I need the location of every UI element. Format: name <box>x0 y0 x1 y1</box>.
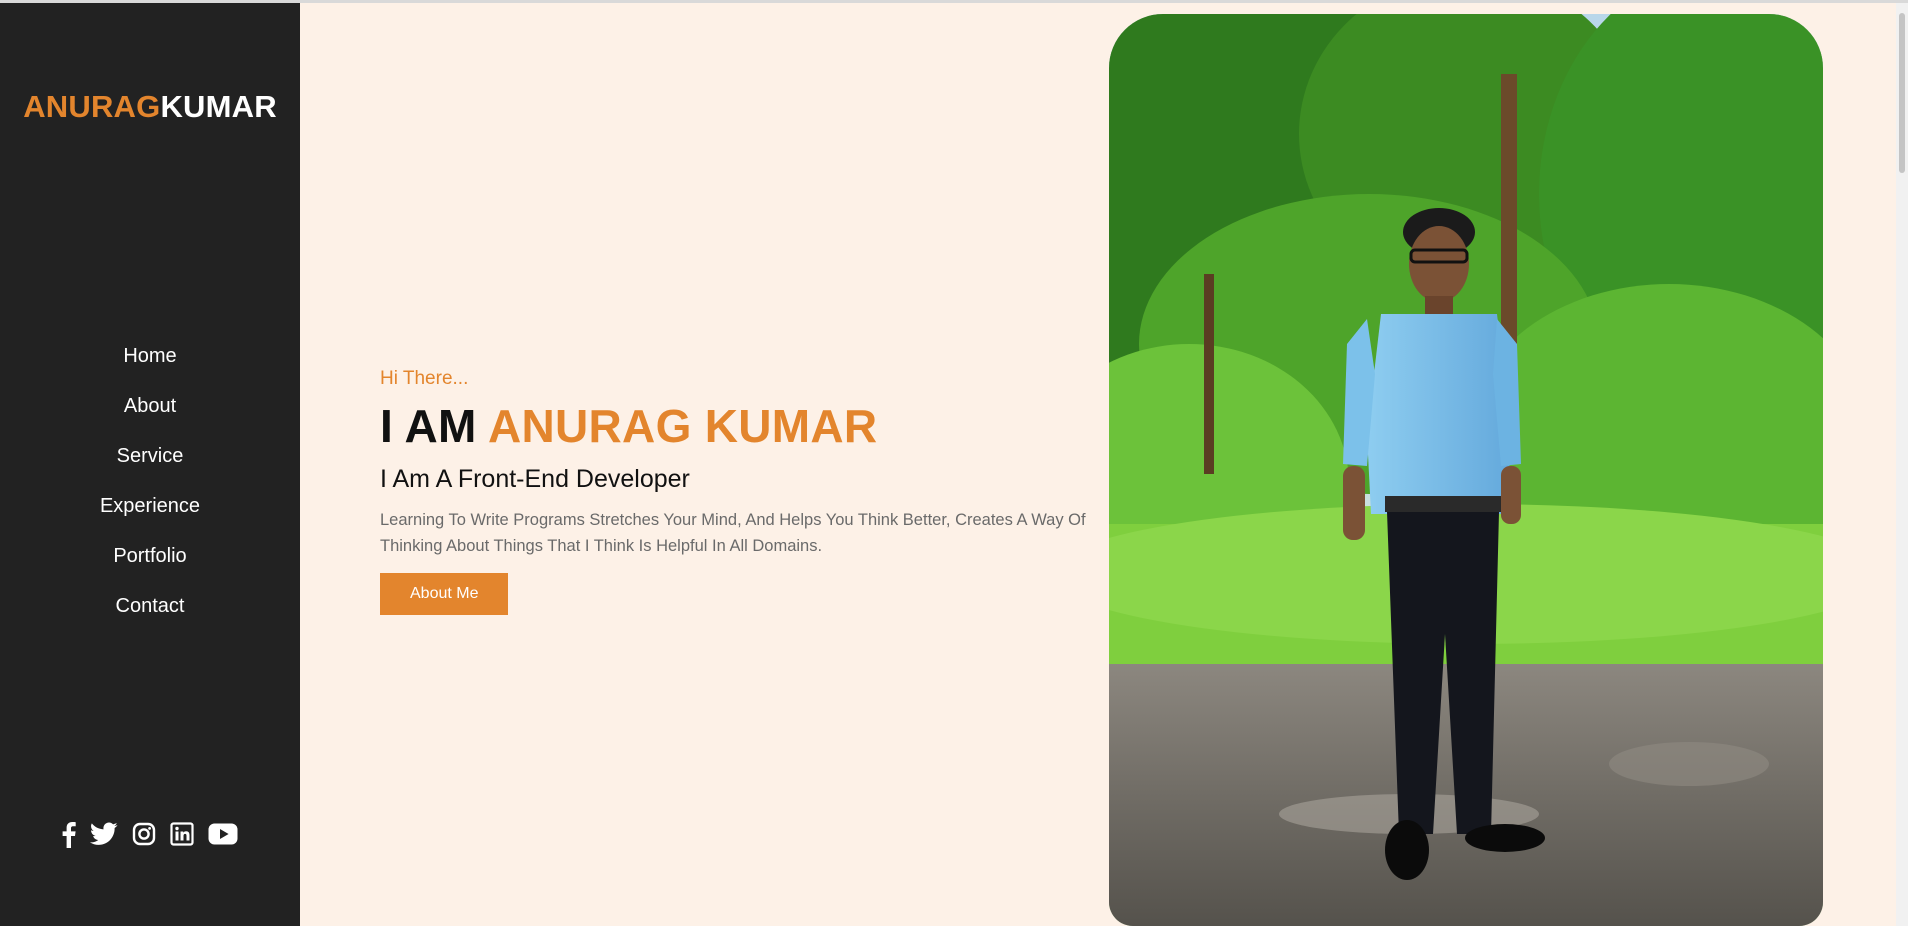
facebook-icon[interactable] <box>62 819 76 849</box>
social-links <box>0 819 300 849</box>
nav-item-experience[interactable]: Experience <box>0 481 300 531</box>
nav-item-portfolio[interactable]: Portfolio <box>0 531 300 581</box>
hero-role: I Am A Front-End Developer <box>380 465 690 493</box>
about-me-button[interactable]: About Me <box>380 573 509 615</box>
main-nav: Home About Service Experience Portfolio … <box>0 331 300 631</box>
instagram-icon[interactable] <box>132 819 156 849</box>
nav-item-service[interactable]: Service <box>0 431 300 481</box>
site-logo[interactable]: ANURAGKUMAR <box>0 89 300 125</box>
hero-section: Hi There... I AM ANURAG KUMAR I Am A Fro… <box>380 365 1100 615</box>
youtube-icon[interactable] <box>208 819 238 849</box>
nav-item-home[interactable]: Home <box>0 331 300 381</box>
hero-greeting: Hi There... <box>380 368 469 389</box>
headline-prefix: I AM <box>380 400 477 452</box>
nav-item-contact[interactable]: Contact <box>0 581 300 631</box>
hero-description: Learning To Write Programs Stretches You… <box>380 511 1086 555</box>
logo-first-name: ANURAG <box>23 89 161 124</box>
nav-item-about[interactable]: About <box>0 381 300 431</box>
page: ANURAGKUMAR Home About Service Experienc… <box>0 0 1908 926</box>
sidebar: ANURAGKUMAR Home About Service Experienc… <box>0 3 300 926</box>
linkedin-icon[interactable] <box>170 819 194 849</box>
headline-name: ANURAG KUMAR <box>487 400 878 452</box>
scrollbar-thumb[interactable] <box>1899 13 1905 173</box>
page-scrollbar[interactable] <box>1896 3 1908 926</box>
twitter-icon[interactable] <box>90 819 118 849</box>
profile-photo <box>1109 14 1823 926</box>
logo-last-name: KUMAR <box>160 89 277 124</box>
hero-headline: I AM ANURAG KUMAR <box>380 399 1100 453</box>
